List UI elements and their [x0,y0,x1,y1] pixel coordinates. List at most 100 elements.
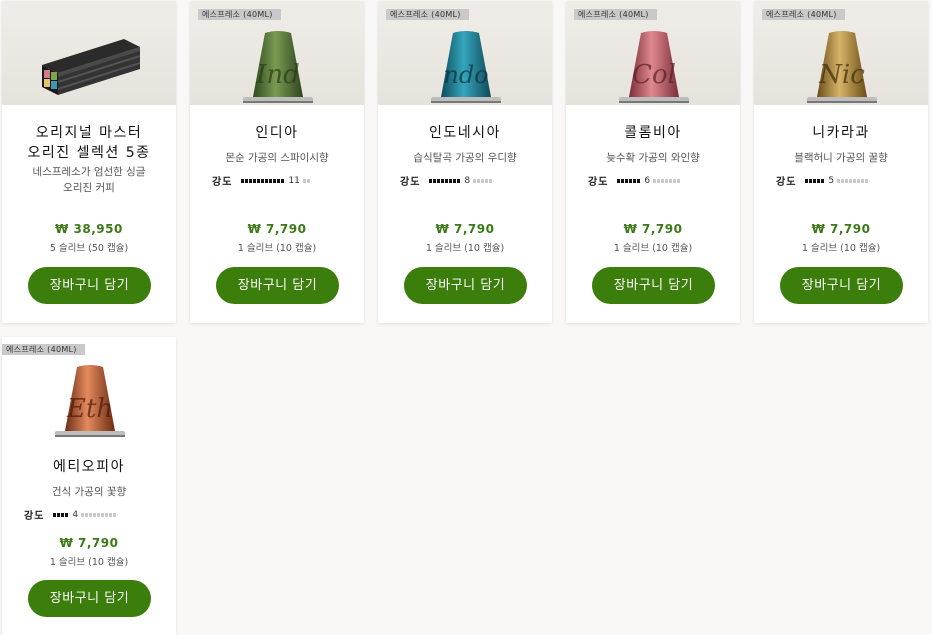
cup-size-badge: 에스프레소 (40ML) [2,344,85,355]
intensity-pip-empty [841,178,845,183]
product-price: ₩ 7,790 [811,222,871,236]
intensity-pip-empty [97,512,101,517]
cup-size-badge: 에스프레소 (40ML) [762,9,845,20]
intensity-pip-filled [441,178,445,183]
intensity-pip-empty [857,178,861,183]
intensity-pip-empty [477,178,481,183]
intensity-pip-filled [245,178,249,183]
intensity-pip-empty [109,512,113,517]
intensity-pip-empty [677,178,681,183]
intensity-value: 4 [72,509,79,520]
intensity-pip-filled [805,178,809,183]
capsule-image: Ind [243,31,313,103]
intensity-pip-filled [265,178,269,183]
product-description: 네스프레소가 엄선한 싱글 오리진 커피 [32,166,146,194]
intensity-value: 8 [464,175,471,186]
intensity-pip-empty [669,178,673,183]
svg-text:Nic: Nic [818,60,865,90]
intensity-pip-empty [85,512,89,517]
intensity-pip-empty [861,178,865,183]
product-card-indonesia[interactable]: 에스프레소 (40ML) ndo 인도네시아 습식탈곡 가공의 우디향 강도 8… [378,1,552,323]
capsule-image: Col [619,31,689,103]
capsule-image: Nic [807,31,877,103]
product-sleeves: 1 슬리브 (10 캡슐) [237,243,317,254]
intensity-bars: 11 [241,175,310,186]
product-description: 건식 가공의 꽃향 [51,486,127,498]
intensity-meter: 강도 5 [776,173,869,188]
intensity-label: 강도 [776,176,797,188]
intensity-pip-empty [81,512,85,517]
product-card-india[interactable]: 에스프레소 (40ML) Ind 인디아 몬순 가공의 스파이시향 강도 11 … [190,1,364,323]
product-description: 늦수확 가공의 와인향 [606,152,700,164]
svg-text:Ind: Ind [255,60,300,90]
intensity-value: 5 [828,175,835,186]
intensity-value: 6 [644,175,651,186]
product-sleeves: 1 슬리브 (10 캡슐) [613,243,693,254]
intensity-pip-filled [65,512,69,517]
intensity-pip-filled [253,178,257,183]
product-price: ₩ 7,790 [623,222,683,236]
intensity-pip-filled [617,178,621,183]
product-card-nicaragua[interactable]: 에스프레소 (40ML) Nic 니카라과 블랙허니 가공의 꿀향 강도 5 ₩… [754,1,928,323]
intensity-pip-filled [281,178,285,183]
intensity-pip-filled [241,178,245,183]
intensity-pip-empty [849,178,853,183]
intensity-bars: 8 [429,175,493,186]
intensity-pip-filled [249,178,253,183]
intensity-pip-empty [853,178,857,183]
intensity-pip-empty [489,178,493,183]
product-sleeves: 1 슬리브 (10 캡슐) [425,243,505,254]
intensity-meter: 강도 4 [24,507,117,522]
intensity-pip-empty [485,178,489,183]
intensity-pip-filled [453,178,457,183]
add-to-cart-button[interactable]: 장바구니 담기 [28,580,151,617]
product-price: ₩ 7,790 [59,536,119,550]
capsule-image: ndo [431,31,501,103]
intensity-pip-filled [625,178,629,183]
intensity-pip-filled [61,512,65,517]
intensity-meter: 강도 11 [212,173,311,188]
intensity-pip-empty [306,178,310,183]
intensity-label: 강도 [588,176,609,188]
add-to-cart-button[interactable]: 장바구니 담기 [404,267,527,304]
product-title: 오리지널 마스터 오리진 셀렉션 5종 [27,125,151,161]
add-to-cart-button[interactable]: 장바구니 담기 [780,267,903,304]
intensity-label: 강도 [212,176,233,188]
intensity-label: 강도 [24,510,45,522]
product-sleeves: 1 슬리브 (10 캡슐) [49,557,129,568]
product-sleeves: 5 슬리브 (50 캡슐) [49,243,129,254]
intensity-pip-empty [837,178,841,183]
intensity-pip-empty [101,512,105,517]
intensity-pip-filled [433,178,437,183]
product-card-ethiopia[interactable]: 에스프레소 (40ML) Eth 에티오피아 건식 가공의 꽃향 강도 4 ₩ … [2,337,176,635]
product-description: 블랙허니 가공의 꿀향 [794,152,888,164]
add-to-cart-button[interactable]: 장바구니 담기 [28,267,151,304]
intensity-pip-filled [449,178,453,183]
add-to-cart-button[interactable]: 장바구니 담기 [216,267,339,304]
intensity-value: 11 [288,175,300,186]
product-card-colombia[interactable]: 에스프레소 (40ML) Col 콜롬비아 늦수확 가공의 와인향 강도 6 ₩… [566,1,740,323]
product-description: 몬순 가공의 스파이시향 [225,152,329,164]
svg-text:Eth: Eth [66,394,113,424]
product-price: ₩ 7,790 [435,222,495,236]
intensity-pip-filled [817,178,821,183]
intensity-pip-empty [673,178,677,183]
product-title: 에티오피아 [53,459,125,475]
capsule-image: Eth [55,365,125,437]
product-title: 인디아 [255,125,299,141]
cup-size-badge: 에스프레소 (40ML) [386,9,469,20]
intensity-pip-filled [821,178,825,183]
product-title: 니카라과 [812,125,870,141]
intensity-bars: 6 [617,175,681,186]
svg-text:ndo: ndo [443,61,488,89]
intensity-pip-filled [813,178,817,183]
product-description: 습식탈곡 가공의 우디향 [413,152,517,164]
intensity-pip-empty [93,512,97,517]
product-card-master-origins[interactable]: 오리지널 마스터 오리진 셀렉션 5종 네스프레소가 엄선한 싱글 오리진 커피… [2,1,176,323]
intensity-pip-filled [257,178,261,183]
intensity-pip-filled [57,512,61,517]
intensity-pip-empty [89,512,93,517]
product-title: 콜롬비아 [624,125,682,141]
add-to-cart-button[interactable]: 장바구니 담기 [592,267,715,304]
intensity-pip-filled [273,178,277,183]
